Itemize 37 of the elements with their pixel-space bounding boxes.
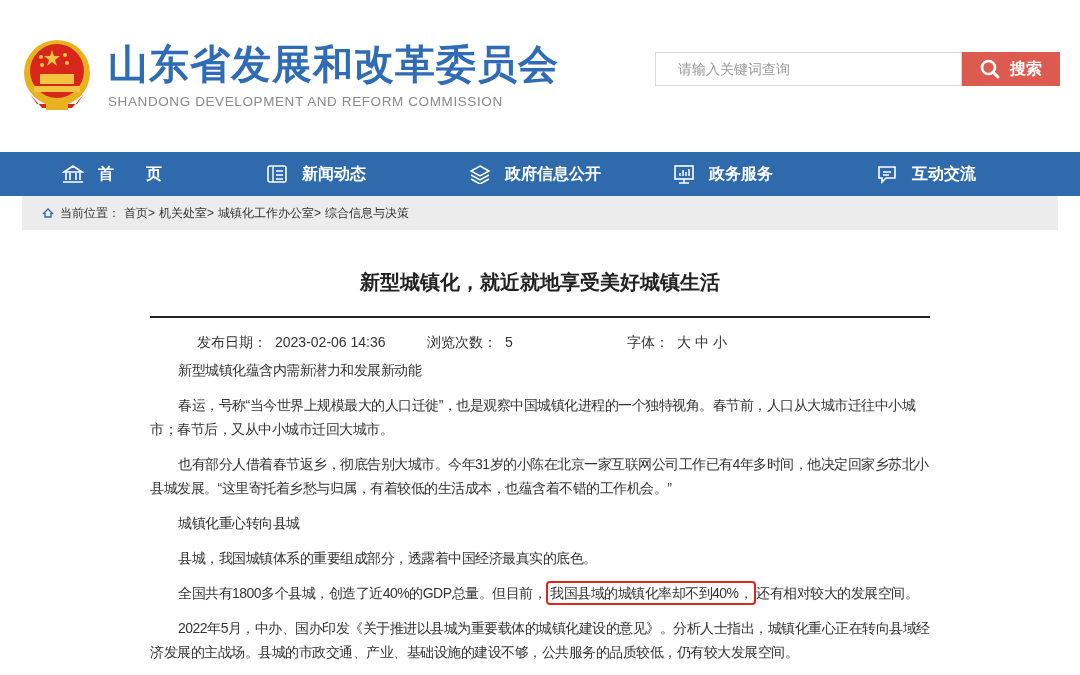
paragraph: 2022年5月，中办、国办印发《关于推进以县城为重要载体的城镇化建设的意见》。分析人士指出，城镇化重心正在转向县域经济发展的主战场。县城的市政交通、产业、基础设施的建设不够，公共服务的品质较低，仍有较大发展空间。 (150, 620, 930, 660)
highlighted-text: 我国县域的城镇化率却不到40%， (546, 581, 757, 605)
breadcrumb-link[interactable]: 机关处室> (159, 204, 215, 222)
text-run: 全国共有1800多个县城，创造了近40%的GDP总量。但目前， (178, 585, 546, 601)
chat-icon (876, 164, 899, 184)
breadcrumb-link[interactable]: 首页> (124, 204, 155, 222)
nav-item[interactable]: 政务服务 (672, 152, 877, 196)
paragraph: 春运，号称“当今世界上规模最大的人口迁徙”，也是观察中国城镇化进程的一个独特视角。春节前，人口从大城市迁往中小城市；春节后，又从中小城市迁回大城市。 (150, 397, 916, 437)
search-button[interactable]: 搜索 (962, 52, 1060, 86)
home-icon (42, 208, 54, 218)
article-title: 新型城镇化，就近就地享受美好城镇生活 (359, 270, 721, 295)
document-icon (265, 164, 288, 184)
monitor-chart-icon (672, 164, 695, 184)
breadcrumb-label: 当前位置： (60, 205, 120, 222)
nav-item[interactable]: 新闻动态 (265, 152, 470, 196)
meta-value: 2023-02-06 14:36 (275, 333, 386, 352)
meta-value: 5 (505, 333, 513, 352)
breadcrumb-link[interactable]: 综合信息与决策 (325, 204, 410, 222)
paragraph: 新型城镇化蕴含内需新潜力和发展新动能 (178, 362, 421, 378)
site-title: 山东省发展和改革委员会 (108, 41, 559, 88)
nav-item[interactable]: 互动交流 (876, 152, 1080, 196)
nav-item[interactable]: 政府信息公开 (469, 152, 673, 196)
text-run: 还有相对较大的发展空间。 (756, 585, 919, 601)
bank-icon (62, 164, 84, 184)
meta-label: 发布日期： (197, 333, 267, 352)
site-subtitle: SHANDONG DEVELOPMENT AND REFORM COMMISSION (108, 93, 504, 111)
search-field[interactable]: 请输入关键词查询 (655, 52, 962, 86)
paragraph: 县城，我国城镇体系的重要组成部分，透露着中国经济最真实的底色。 (178, 550, 597, 566)
meta-label: 字体： (627, 333, 669, 352)
nav-item[interactable]: 首 页 (62, 152, 266, 196)
search-icon (980, 59, 1000, 79)
meta-value: 大 中 小 (677, 333, 727, 352)
layers-icon (469, 164, 492, 184)
meta-label: 浏览次数： (427, 333, 497, 352)
paragraph: 也有部分人借着春节返乡，彻底告别大城市。今年31岁的小陈在北京一家互联网公司工作已有4年多时间，他决定回家乡苏北小县城发展。“这里寄托着乡愁与归属，有着较低的生活成本，也蕴含着不错的工作机会。” (150, 456, 929, 496)
paragraph: 城镇化重心转向县城 (178, 515, 300, 531)
breadcrumb-link[interactable]: 城镇化工作办公室> (218, 204, 322, 222)
